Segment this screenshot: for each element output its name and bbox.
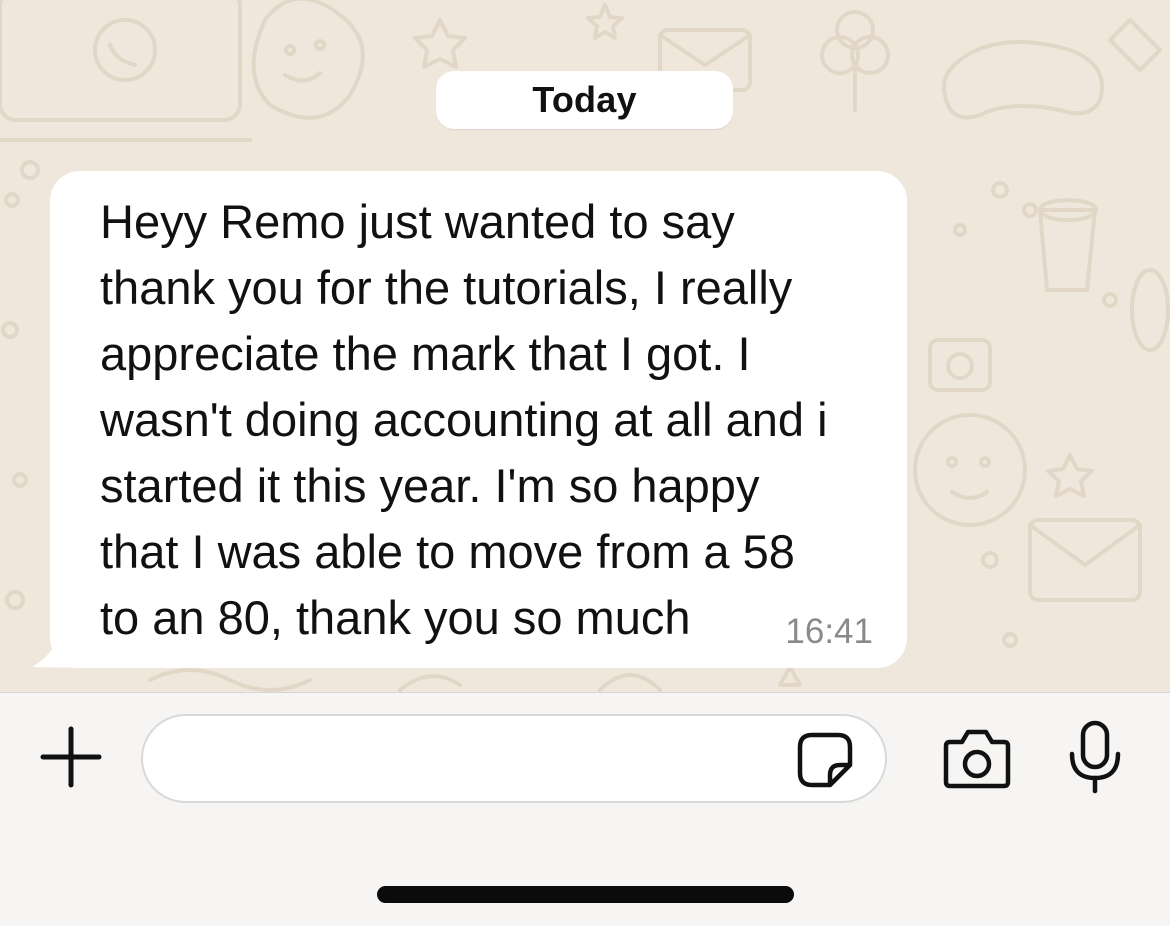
- camera-button[interactable]: [940, 724, 1014, 792]
- voice-message-button[interactable]: [1062, 719, 1128, 795]
- message-bubble-incoming[interactable]: Heyy Remo just wanted to say thank you f…: [30, 171, 910, 671]
- message-input[interactable]: [173, 716, 797, 803]
- home-indicator[interactable]: [377, 886, 794, 903]
- camera-icon: [943, 729, 1011, 789]
- message-text: Heyy Remo just wanted to say thank you f…: [100, 195, 828, 644]
- attach-button[interactable]: [36, 722, 106, 792]
- message-input-field[interactable]: [141, 714, 887, 803]
- sticker-button[interactable]: [795, 730, 855, 790]
- message-timestamp: 16:41: [785, 612, 873, 651]
- sticker-icon: [797, 732, 853, 788]
- chat-area[interactable]: Today Heyy Remo just wanted to say thank…: [0, 0, 1170, 692]
- date-separator-label: Today: [532, 79, 637, 120]
- plus-icon: [40, 726, 102, 788]
- microphone-icon: [1069, 720, 1121, 794]
- date-separator: Today: [436, 71, 733, 129]
- message-bubble: Heyy Remo just wanted to say thank you f…: [50, 171, 907, 668]
- chat-screen: Today Heyy Remo just wanted to say thank…: [0, 0, 1170, 926]
